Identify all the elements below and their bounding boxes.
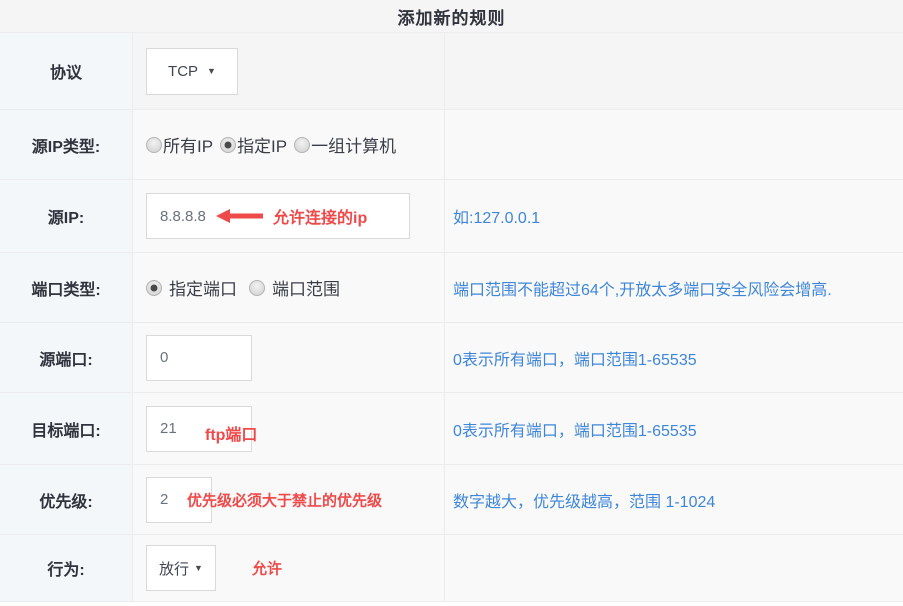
radio-selected-icon[interactable] bbox=[220, 137, 236, 153]
radio-specified-port[interactable]: 指定端口 bbox=[146, 275, 237, 300]
radio-icon[interactable] bbox=[294, 137, 310, 153]
row-source-ip: 源IP: 允许连接的ip 如:127.0.0.1 bbox=[0, 180, 903, 253]
behavior-select[interactable]: 放行 ▼ bbox=[146, 545, 216, 591]
priority-hint: 数字越大，优先级越高，范围 1-1024 bbox=[453, 488, 715, 512]
radio-icon[interactable] bbox=[249, 280, 265, 296]
radio-port-range[interactable]: 端口范围 bbox=[249, 275, 340, 300]
behavior-annotation: 允许 bbox=[252, 558, 282, 579]
radio-all-ip[interactable]: 所有IP bbox=[146, 132, 213, 157]
source-ip-annotation: 允许连接的ip bbox=[273, 204, 367, 228]
protocol-select[interactable]: TCP ▼ bbox=[146, 48, 238, 95]
priority-annotation: 优先级必须大于禁止的优先级 bbox=[187, 489, 382, 510]
source-port-label: 源端口: bbox=[39, 346, 92, 370]
target-port-label: 目标端口: bbox=[31, 417, 100, 441]
port-type-hint: 端口范围不能超过64个,开放太多端口安全风险会增高. bbox=[453, 276, 832, 300]
radio-icon[interactable] bbox=[146, 137, 162, 153]
port-type-label: 端口类型: bbox=[31, 276, 100, 300]
target-port-annotation: ftp端口 bbox=[205, 421, 257, 445]
protocol-label: 协议 bbox=[50, 59, 82, 83]
left-arrow-icon bbox=[216, 208, 263, 224]
source-ip-hint: 如:127.0.0.1 bbox=[453, 204, 540, 228]
source-ip-type-label: 源IP类型: bbox=[32, 133, 100, 157]
source-ip-label: 源IP: bbox=[48, 204, 84, 228]
behavior-select-value: 放行 bbox=[159, 558, 189, 579]
row-priority: 优先级: 优先级必须大于禁止的优先级 数字越大，优先级越高，范围 1-1024 bbox=[0, 465, 903, 535]
target-port-hint: 0表示所有端口，端口范围1-65535 bbox=[453, 417, 697, 441]
radio-specified-ip[interactable]: 指定IP bbox=[220, 132, 287, 157]
radio-selected-icon[interactable] bbox=[146, 280, 162, 296]
behavior-label: 行为: bbox=[47, 556, 84, 580]
row-target-port: 目标端口: ftp端口 0表示所有端口，端口范围1-65535 bbox=[0, 393, 903, 465]
priority-label: 优先级: bbox=[39, 488, 92, 512]
caret-down-icon: ▼ bbox=[194, 564, 203, 573]
row-port-type: 端口类型: 指定端口 端口范围 端口范围不能超过64个,开放太多端口安全风险会增… bbox=[0, 253, 903, 323]
add-rule-form: 添加新的规则 协议 TCP ▼ 源IP类型: 所有IP bbox=[0, 0, 903, 606]
caret-down-icon: ▼ bbox=[207, 67, 216, 76]
source-port-hint: 0表示所有端口，端口范围1-65535 bbox=[453, 346, 697, 370]
radio-computer-group[interactable]: 一组计算机 bbox=[294, 132, 396, 157]
port-type-radio-group: 指定端口 端口范围 bbox=[146, 275, 352, 300]
row-behavior: 行为: 放行 ▼ 允许 bbox=[0, 535, 903, 602]
source-port-input[interactable] bbox=[146, 335, 252, 381]
row-source-ip-type: 源IP类型: 所有IP 指定IP 一组计算机 bbox=[0, 110, 903, 180]
row-source-port: 源端口: 0表示所有端口，端口范围1-65535 bbox=[0, 323, 903, 393]
row-protocol: 协议 TCP ▼ bbox=[0, 33, 903, 110]
page-title: 添加新的规则 bbox=[398, 4, 506, 29]
form-header: 添加新的规则 bbox=[0, 0, 903, 33]
protocol-select-value: TCP bbox=[168, 63, 198, 80]
source-ip-type-radio-group: 所有IP 指定IP 一组计算机 bbox=[146, 132, 403, 157]
